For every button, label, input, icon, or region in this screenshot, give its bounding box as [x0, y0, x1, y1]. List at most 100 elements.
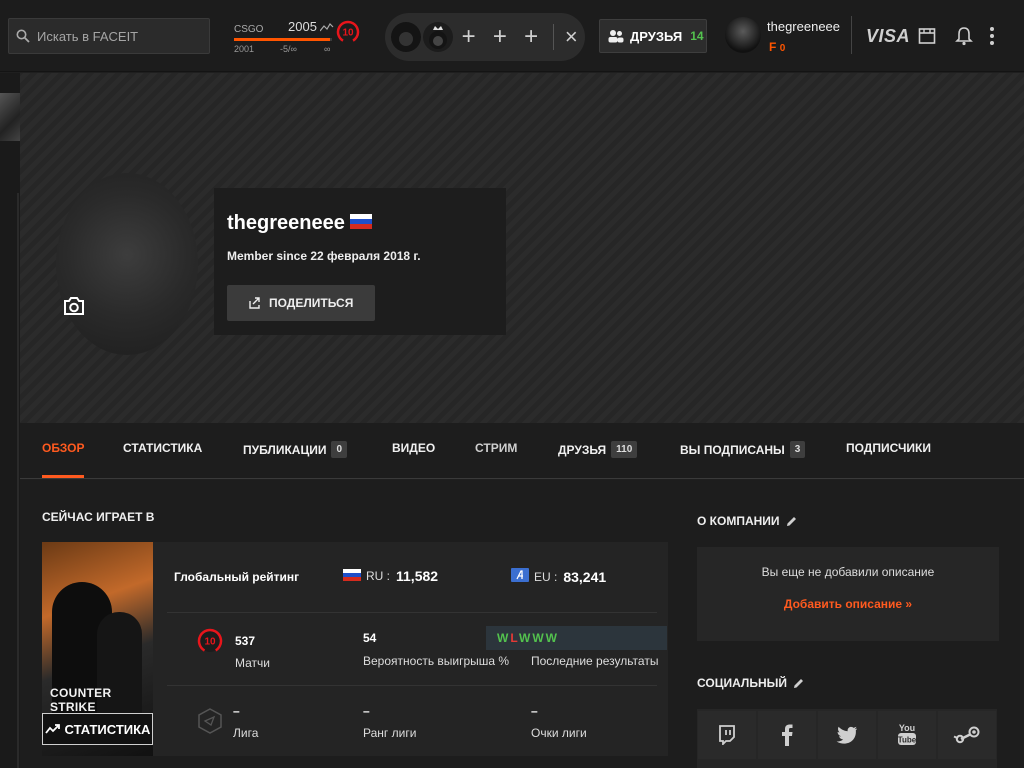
result-loss: L [510, 631, 519, 645]
tab-stream[interactable]: СТРИМ [475, 441, 517, 455]
friends-icon [608, 30, 624, 43]
friends-online-count: 14 [690, 29, 704, 43]
user-menu[interactable]: thegreeneee F 0 [725, 14, 840, 58]
tab-badge: 3 [789, 441, 806, 458]
faceit-points: F 0 [769, 40, 785, 54]
league-points-value: – [531, 704, 538, 718]
tab-followers[interactable]: ПОДПИСЧИКИ [846, 441, 931, 455]
elo-value: 2005 [288, 19, 317, 34]
crown-icon [429, 26, 447, 49]
share-button-label: ПОДЕЛИТЬСЯ [269, 296, 354, 310]
league-rank-label: Ранг лиги [363, 726, 417, 740]
league-icon [197, 708, 223, 739]
twitter-icon[interactable] [818, 711, 876, 759]
profile-banner: thegreeneee Member since 22 февраля 2018… [20, 73, 1024, 423]
party-avatar-slot[interactable] [391, 22, 421, 52]
tab-statistics[interactable]: СТАТИСТИКА [123, 441, 202, 455]
elo-min: 2001 [234, 44, 255, 54]
share-button[interactable]: ПОДЕЛИТЬСЯ [227, 285, 375, 321]
tab-label: ВЫ ПОДПИСАНЫ [680, 442, 785, 457]
edit-pencil-icon[interactable] [785, 515, 798, 528]
add-description-link[interactable]: Добавить описание » [697, 597, 999, 611]
trend-icon [44, 724, 60, 734]
profile-avatar [56, 173, 198, 355]
skill-level-icon: 10 [336, 20, 360, 49]
store-icon[interactable] [918, 27, 936, 50]
tab-friends[interactable]: ДРУЗЬЯ 110 [558, 441, 638, 458]
add-party-member-button[interactable]: + [515, 23, 546, 51]
steam-icon[interactable] [938, 711, 996, 759]
result-win: W [519, 631, 533, 645]
twitch-icon[interactable] [698, 711, 756, 759]
sidebar-thumbnail[interactable] [0, 93, 20, 141]
friends-button[interactable]: ДРУЗЬЯ 14 [599, 19, 707, 53]
europe-region-icon [511, 568, 529, 585]
camera-icon[interactable] [62, 295, 86, 322]
elo-progress-bar [234, 38, 332, 41]
facebook-icon[interactable] [758, 711, 816, 759]
rank-eu: EU : 83,241 [511, 568, 606, 585]
party-divider [552, 24, 554, 50]
tab-overview[interactable]: ОБЗОР [42, 441, 85, 455]
about-box: Вы еще не добавили описание Добавить опи… [697, 547, 999, 641]
game-logo: COUNTER STRIKE [50, 686, 112, 714]
profile-name: thegreeneee [227, 212, 372, 235]
trend-icon [319, 20, 334, 38]
svg-text:Tube: Tube [898, 736, 917, 745]
more-options-icon[interactable] [989, 26, 995, 51]
close-party-button[interactable]: × [558, 24, 585, 50]
game-statistics-button[interactable]: СТАТИСТИКА [42, 713, 153, 745]
about-empty-text: Вы еще не добавили описание [761, 565, 935, 579]
recent-results-label: Последние результаты [531, 654, 659, 668]
skill-level-icon: 10 [197, 628, 223, 659]
row-divider [167, 612, 657, 613]
profile-info-card: thegreeneee Member since 22 февраля 2018… [214, 188, 506, 335]
tab-video[interactable]: ВИДЕО [392, 441, 435, 455]
result-win: W [545, 631, 559, 645]
game-stats-panel: Глобальный рейтинг RU : 11,582 EU : 83,2… [153, 542, 668, 756]
skill-level-value: 10 [342, 28, 354, 39]
search-input[interactable] [37, 28, 202, 44]
league-value: – [233, 704, 240, 718]
bell-icon[interactable] [955, 26, 973, 51]
search-icon [9, 29, 37, 43]
rank-ru-value: 11,582 [396, 568, 439, 584]
russia-flag-icon [349, 212, 372, 235]
result-win: W [532, 631, 546, 645]
now-playing-title: СЕЙЧАС ИГРАЕТ В [42, 510, 155, 524]
league-rank-value: – [363, 704, 370, 718]
league-label: Лига [233, 726, 259, 740]
tab-following[interactable]: ВЫ ПОДПИСАНЫ 3 [680, 441, 806, 458]
faceit-points-icon: F [769, 40, 777, 54]
add-party-member-button[interactable]: + [453, 23, 484, 51]
about-title: О КОМПАНИИ [697, 514, 798, 528]
elo-max: ∞ [324, 44, 331, 54]
edit-pencil-icon[interactable] [792, 677, 805, 690]
user-avatar[interactable] [725, 17, 761, 53]
tab-publications[interactable]: ПУБЛИКАЦИИ 0 [243, 441, 348, 458]
svg-text:You: You [899, 723, 915, 733]
user-name: thegreeneee [767, 19, 841, 34]
profile-name-text: thegreeneee [227, 212, 345, 234]
visa-logo[interactable]: VISA [866, 26, 910, 47]
skill-level-value: 10 [204, 637, 216, 648]
social-title-text: СОЦИАЛЬНЫЙ [697, 676, 787, 690]
search-box[interactable] [8, 18, 210, 54]
party-leader-avatar[interactable] [423, 22, 453, 52]
member-since: Member since 22 февраля 2018 г. [227, 249, 421, 263]
game-tile-csgo[interactable]: COUNTER STRIKE СТАТИСТИКА [42, 542, 153, 756]
game-statistics-label: СТАТИСТИКА [64, 721, 151, 737]
add-party-member-button[interactable]: + [484, 23, 515, 51]
left-sidebar-strip [0, 73, 20, 768]
russia-flag-icon [343, 568, 361, 584]
tab-label: ВИДЕО [392, 441, 436, 455]
social-title: СОЦИАЛЬНЫЙ [697, 676, 805, 690]
elo-widget[interactable]: CSGO 2005 2001 -5/∞ ∞ 10 [232, 16, 367, 58]
elo-progress-fill [234, 38, 331, 41]
youtube-icon[interactable]: You Tube [878, 711, 936, 759]
faceit-points-value: 0 [779, 43, 786, 54]
row-divider [167, 685, 657, 686]
about-title-text: О КОМПАНИИ [697, 514, 780, 528]
share-icon [249, 297, 260, 309]
rank-ru-region: RU : [366, 569, 390, 583]
